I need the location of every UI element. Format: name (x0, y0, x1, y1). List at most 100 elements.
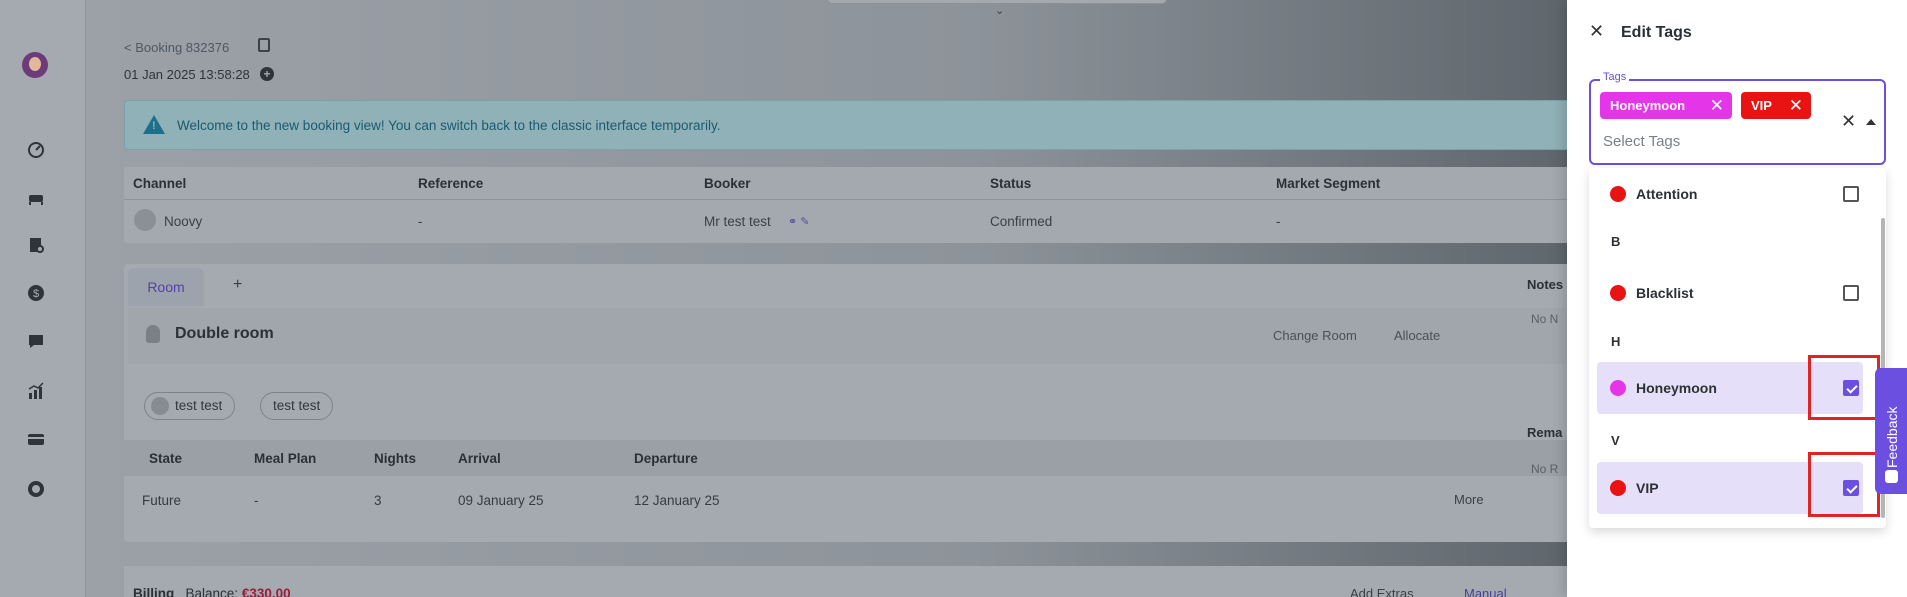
warning-icon (143, 115, 165, 134)
remarks-label: Rema (1527, 425, 1563, 440)
caret-up-icon[interactable] (1866, 119, 1876, 125)
tag-chip-vip: VIP ✕ (1741, 92, 1811, 119)
payments-icon[interactable] (25, 428, 47, 450)
remove-tag-icon[interactable]: ✕ (1710, 92, 1724, 119)
clear-icon[interactable]: ✕ (1841, 111, 1856, 132)
market-segment-value: - (1276, 214, 1281, 229)
add-icon[interactable]: + (260, 67, 274, 81)
tag-color-dot (1610, 186, 1626, 202)
lock-icon (146, 325, 160, 343)
column-header: Nights (374, 451, 416, 466)
billing-summary: Billing Balance: €330.00 (133, 586, 291, 597)
billing-label: Billing (133, 586, 175, 597)
settings-icon[interactable] (25, 478, 47, 500)
tag-chip-honeymoon: Honeymoon ✕ (1600, 92, 1732, 119)
feedback-tab[interactable]: Feedback (1875, 368, 1907, 494)
tags-field-label: Tags (1600, 71, 1630, 83)
checkbox[interactable] (1843, 285, 1859, 301)
tag-option-blacklist[interactable]: Blacklist (1597, 267, 1863, 319)
tags-search-input[interactable]: Select Tags (1603, 133, 1680, 150)
group-header: B (1611, 234, 1621, 249)
departure-value: 12 January 25 (634, 493, 720, 508)
left-sidebar: $ (0, 0, 86, 597)
tag-option-label: Attention (1636, 186, 1698, 202)
balance-value: €330.00 (241, 586, 291, 597)
guest-chip[interactable]: test test (260, 392, 334, 420)
person-icon (151, 397, 169, 416)
column-header: State (149, 451, 183, 466)
stay-table-header: State Meal Plan Nights Arrival Departure (124, 440, 1594, 476)
breadcrumb[interactable]: < Booking 832376 (124, 40, 229, 55)
edit-tags-drawer: ✕ Edit Tags Tags Honeymoon ✕ VIP ✕ Selec… (1567, 0, 1907, 597)
channel-value: Noovy (164, 214, 203, 229)
column-header: Market Segment (1276, 176, 1381, 191)
bed-icon[interactable] (25, 186, 47, 208)
tag-color-dot (1610, 480, 1626, 496)
booker-value[interactable]: Mr test test (704, 214, 771, 229)
notes-label: Notes (1527, 277, 1564, 292)
chip-label: VIP (1751, 98, 1772, 113)
booking-timestamp: 01 Jan 2025 13:58:28 (124, 67, 250, 82)
tag-option-attention[interactable]: Attention (1597, 168, 1863, 220)
reference-value: - (418, 214, 423, 229)
tag-color-dot (1610, 380, 1626, 396)
copy-icon[interactable] (258, 38, 270, 52)
guest-name: test test (273, 398, 321, 413)
allocate-button[interactable]: Allocate (1394, 328, 1440, 343)
divider (124, 199, 1594, 200)
highlight-box (1808, 452, 1880, 517)
room-card: Double room Change Room Allocate (128, 308, 1590, 364)
state-value: Future (142, 493, 182, 508)
chip-label: Honeymoon (1610, 98, 1686, 113)
svg-text:$: $ (33, 288, 39, 300)
arrival-value[interactable]: 09 January 25 (458, 493, 544, 508)
billing-section: Billing Balance: €330.00 Add Extras Manu… (124, 566, 1594, 597)
chevron-down-icon[interactable]: ⌄ (995, 4, 1004, 17)
tag-option-label: Blacklist (1636, 285, 1694, 301)
feedback-label: Feedback (1884, 406, 1900, 468)
column-header: Meal Plan (254, 451, 317, 466)
column-header: Status (990, 176, 1032, 191)
status-value: Confirmed (990, 214, 1053, 229)
add-extras-button[interactable]: Add Extras (1350, 586, 1414, 597)
notes-empty: No N (1531, 312, 1559, 326)
column-header: Reference (418, 176, 484, 191)
messages-icon[interactable] (25, 330, 47, 352)
dashboard-icon[interactable] (25, 138, 47, 160)
meal-plan-value[interactable]: - (254, 493, 259, 508)
booking-summary-table: Channel Reference Booker Status Market S… (124, 167, 1594, 243)
tag-option-label: VIP (1636, 480, 1659, 496)
column-header: Booker (704, 176, 751, 191)
reports-icon[interactable] (25, 380, 47, 402)
add-room-tab[interactable]: + (233, 276, 242, 294)
user-avatar[interactable] (22, 52, 48, 78)
banner-text: Welcome to the new booking view! You can… (177, 118, 721, 133)
manual-button[interactable]: Manual (1464, 586, 1507, 597)
tag-color-dot (1610, 285, 1626, 301)
feedback-icon (1885, 470, 1898, 483)
tag-option-label: Honeymoon (1636, 380, 1717, 396)
checkbox[interactable] (1843, 186, 1859, 202)
tags-select[interactable]: Tags Honeymoon ✕ VIP ✕ Select Tags ✕ (1589, 71, 1886, 165)
group-header: H (1611, 334, 1621, 349)
tab-room[interactable]: Room (128, 268, 204, 306)
room-panel: Room + Double room Change Room Allocate … (124, 264, 1594, 542)
group-header: V (1611, 433, 1620, 448)
search-bookings-icon[interactable] (25, 234, 47, 256)
column-header: Channel (133, 176, 187, 191)
guest-name: test test (175, 398, 223, 413)
room-title: Double room (175, 325, 274, 342)
booking-main: ⌄ < Booking 832376 01 Jan 2025 13:58:28 … (87, 0, 1594, 597)
change-room-button[interactable]: Change Room (1273, 328, 1357, 343)
column-header: Departure (634, 451, 698, 466)
nights-value: 3 (374, 493, 382, 508)
close-icon[interactable]: ✕ (1589, 22, 1604, 40)
guest-chip[interactable]: test test (144, 392, 236, 420)
billing-icon[interactable]: $ (25, 282, 47, 304)
edit-icon[interactable]: ⚭ ✎ (788, 215, 810, 228)
person-icon (134, 209, 156, 231)
balance-label: Balance: (185, 586, 239, 597)
remove-tag-icon[interactable]: ✕ (1789, 92, 1803, 119)
highlight-box (1808, 355, 1880, 420)
more-button[interactable]: More (1454, 492, 1484, 507)
